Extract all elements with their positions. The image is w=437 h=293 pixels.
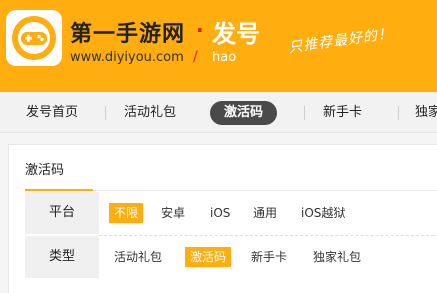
section-title[interactable]: 发号 [212, 14, 260, 49]
site-title[interactable]: 第一手游网 [70, 16, 185, 48]
title-underline [25, 189, 93, 191]
nav-item-activity-gift[interactable]: 活动礼包 [124, 102, 176, 124]
filter-option-universal[interactable]: 通用 [253, 203, 277, 223]
page: 第一手游网 · 发号 www.diyiyou.com / hao 只推荐最好的！… [0, 0, 437, 293]
nav-item-exclusive[interactable]: 独家 [415, 102, 437, 124]
filter-option-android[interactable]: 安卓 [161, 203, 185, 223]
panel-title: 激活码 [25, 163, 65, 178]
site-logo[interactable] [6, 10, 62, 66]
nav-separator [105, 106, 106, 120]
nav-separator [398, 106, 399, 120]
filter-panel: 激活码 平台 不限 安卓 iOS 通用 iOS越狱 类型 活动礼包 激活码 新手… [8, 144, 437, 293]
filter-option-activity-gift[interactable]: 活动礼包 [114, 247, 162, 267]
filter-option-any[interactable]: 不限 [109, 203, 144, 223]
slogan: 只推荐最好的！ [287, 25, 394, 57]
nav-item-activation-code[interactable]: 激活码 [210, 101, 278, 125]
filter-label-platform: 平台 [25, 192, 99, 234]
section-sub: hao [212, 50, 237, 65]
filter-option-newbie-card[interactable]: 新手卡 [251, 247, 287, 267]
filter-option-ios-jailbreak[interactable]: iOS越狱 [301, 203, 345, 223]
filter-option-exclusive-gift[interactable]: 独家礼包 [313, 247, 361, 267]
title-dot: · [196, 18, 204, 42]
filter-row-platform: 平台 不限 安卓 iOS 通用 iOS越狱 [25, 192, 437, 236]
filter-option-ios[interactable]: iOS [210, 203, 230, 223]
nav-separator [304, 106, 305, 120]
gamepad-icon [12, 16, 56, 60]
url-slash: / [193, 49, 198, 65]
filter-option-activation-code[interactable]: 激活码 [185, 247, 232, 267]
site-url[interactable]: www.diyiyou.com [70, 50, 184, 65]
nav-item-home[interactable]: 发号首页 [26, 102, 78, 124]
site-header: 第一手游网 · 发号 www.diyiyou.com / hao 只推荐最好的！ [0, 0, 437, 92]
filter-label-type: 类型 [25, 236, 99, 278]
nav-item-newbie-card[interactable]: 新手卡 [323, 102, 362, 124]
filter-row-type: 类型 活动礼包 激活码 新手卡 独家礼包 [25, 236, 437, 278]
main-nav: 发号首页 活动礼包 激活码 新手卡 独家 [0, 92, 437, 133]
